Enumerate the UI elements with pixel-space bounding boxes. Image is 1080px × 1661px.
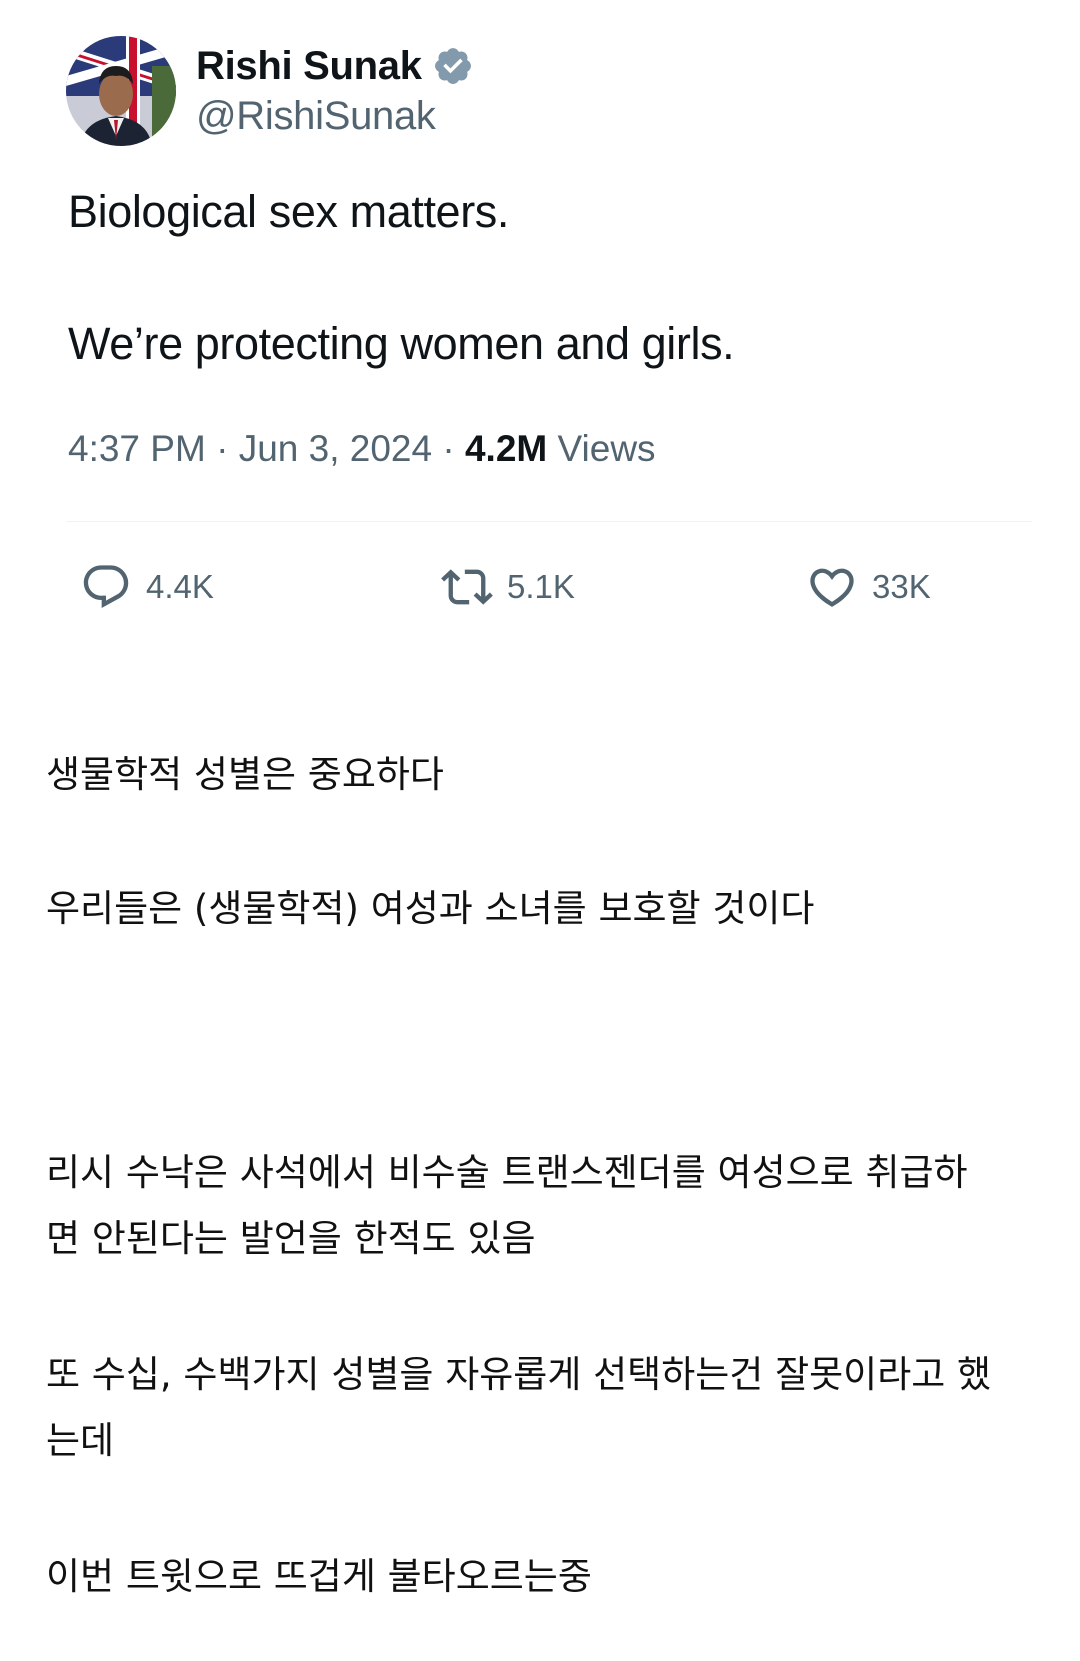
meta-separator: · [216, 428, 229, 469]
reply-count: 4.4K [146, 568, 214, 605]
tweet-card: Rishi Sunak @RishiSunak Biological sex m… [0, 0, 1080, 640]
views-count: 4.2M [464, 428, 548, 469]
reply-button[interactable]: 4.4K [80, 562, 214, 612]
retweet-count: 5.1K [507, 568, 575, 605]
avatar-image [66, 36, 176, 146]
commentary-line: 리시 수낙은 사석에서 비수술 트랜스젠더를 여성으로 취급하 [46, 1151, 968, 1194]
meta-separator: · [442, 428, 455, 469]
heart-icon [810, 568, 854, 607]
commentary-line: 는데 [46, 1419, 115, 1462]
display-name[interactable]: Rishi Sunak [196, 44, 422, 89]
reply-icon [83, 565, 129, 609]
tweet-time[interactable]: 4:37 PM [68, 428, 206, 469]
commentary-line: 면 안된다는 발언을 한적도 있음 [46, 1217, 536, 1260]
tweet-date[interactable]: Jun 3, 2024 [239, 428, 432, 469]
verified-badge-icon [434, 48, 471, 84]
commentary-line: 또 수십, 수백가지 성별을 자유롭게 선택하는건 잘못이라고 했 [46, 1353, 992, 1396]
commentary-line: 이번 트윗으로 뜨겁게 불타오르는중 [46, 1555, 592, 1598]
commentary-line: 우리들은 (생물학적) 여성과 소녀를 보호할 것이다 [46, 887, 815, 930]
retweet-button[interactable]: 5.1K [441, 562, 575, 612]
tweet-text-line-1: Biological sex matters. [68, 186, 509, 237]
display-name-row: Rishi Sunak [196, 40, 474, 92]
handle[interactable]: @RishiSunak [196, 94, 436, 139]
commentary-line: 생물학적 성별은 중요하다 [46, 753, 444, 796]
like-count: 33K [872, 568, 931, 605]
tweet-text-line-2: We’re protecting women and girls. [68, 318, 735, 369]
tweet-meta: 4:37 PM · Jun 3, 2024 · 4.2M Views [68, 428, 656, 470]
views-label: Views [557, 428, 656, 469]
like-button[interactable]: 33K [806, 562, 931, 612]
avatar[interactable] [66, 36, 176, 146]
divider [66, 521, 1032, 522]
retweet-icon [441, 569, 493, 605]
